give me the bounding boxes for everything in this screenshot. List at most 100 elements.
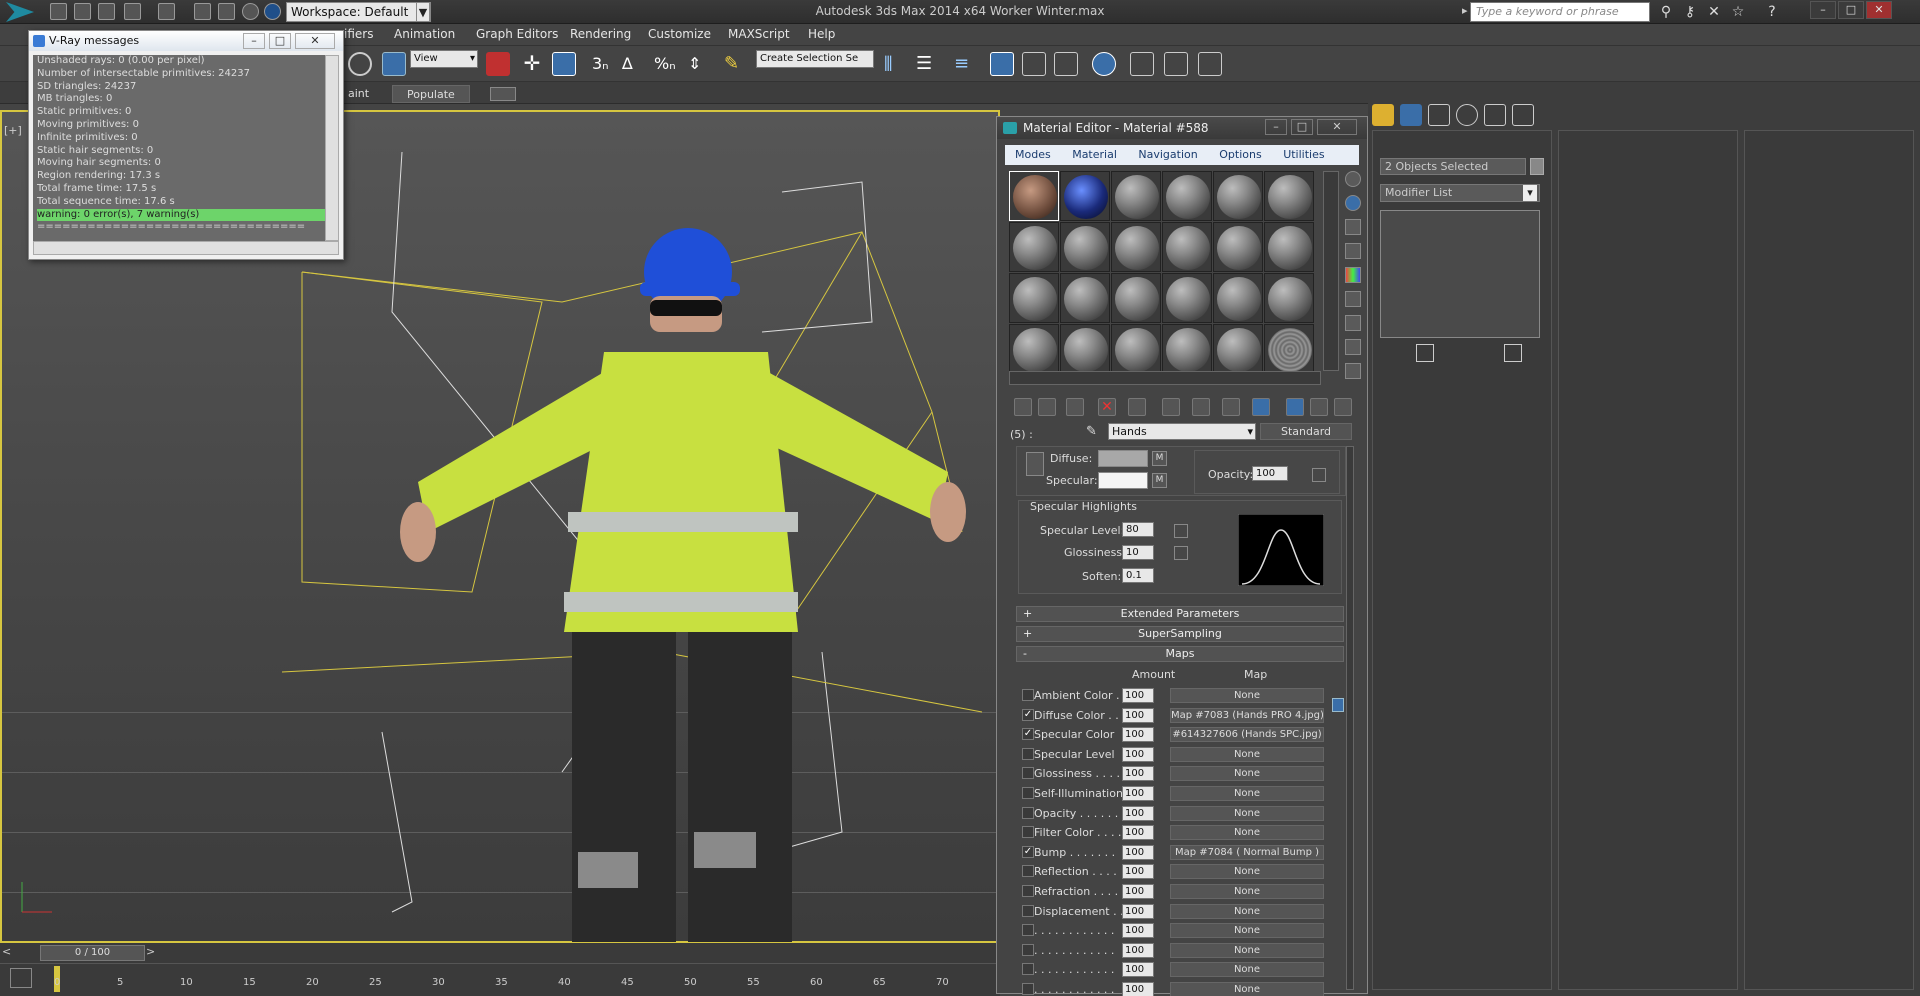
material-sample-slot[interactable] xyxy=(1213,222,1263,272)
menu-modifiers[interactable]: ifiers xyxy=(344,27,373,41)
viewport-label[interactable]: [+] xyxy=(4,124,22,137)
remove-modifier-icon[interactable] xyxy=(1472,344,1490,362)
material-sample-slot[interactable] xyxy=(1111,324,1161,374)
options-icon[interactable] xyxy=(1345,315,1361,331)
go-forward-sibling-icon[interactable] xyxy=(1310,398,1328,416)
modify-tab-icon[interactable] xyxy=(1400,104,1422,126)
diffuse-swatch[interactable] xyxy=(1098,450,1148,467)
map-slot-button[interactable]: #614327606 (Hands SPC.jpg) xyxy=(1170,727,1324,743)
glossiness-map-button[interactable] xyxy=(1174,546,1188,560)
material-sample-slot[interactable] xyxy=(1213,324,1263,374)
menu-graph-editors[interactable]: Graph Editors xyxy=(476,27,558,41)
reference-coordinate-dropdown[interactable]: View ▾ xyxy=(410,50,478,68)
mat-close-button[interactable]: ✕ xyxy=(1317,119,1357,135)
object-color-swatch[interactable] xyxy=(1530,158,1544,175)
map-slot-button[interactable]: None xyxy=(1170,746,1324,762)
object-name-field[interactable]: 2 Objects Selected xyxy=(1380,158,1526,175)
time-slider[interactable]: 0 / 100 xyxy=(40,945,145,961)
map-enable-checkbox[interactable] xyxy=(1022,865,1034,878)
search-input[interactable]: Type a keyword or phrase xyxy=(1470,2,1650,22)
select-by-material-icon[interactable] xyxy=(1345,339,1361,355)
backlight-icon[interactable] xyxy=(1345,195,1361,211)
map-amount-spinner[interactable]: 100 xyxy=(1122,864,1154,880)
opacity-spinner[interactable]: 100 xyxy=(1252,466,1288,481)
map-amount-spinner[interactable]: 100 xyxy=(1122,786,1154,801)
keyboard-shortcut-icon[interactable] xyxy=(552,52,576,76)
map-enable-checkbox[interactable] xyxy=(1022,747,1034,760)
eyedropper-icon[interactable]: ✎ xyxy=(1086,424,1097,439)
material-sample-slot[interactable] xyxy=(1060,273,1110,323)
material-sample-slot[interactable] xyxy=(1162,222,1212,272)
select-manipulate-icon[interactable]: ✛ xyxy=(520,52,544,76)
material-sample-slot[interactable] xyxy=(1162,324,1212,374)
map-enable-checkbox[interactable]: ✓ xyxy=(1022,728,1034,741)
menu-help[interactable]: Help xyxy=(808,27,835,41)
percent-snap-icon[interactable]: %ₙ xyxy=(654,52,678,76)
diffuse-map-button[interactable]: M xyxy=(1152,451,1167,466)
material-sample-slot[interactable] xyxy=(1162,273,1212,323)
map-enable-checkbox[interactable] xyxy=(1022,767,1034,780)
material-name-field[interactable]: Hands ▾ xyxy=(1108,423,1256,440)
map-amount-spinner[interactable]: 100 xyxy=(1122,707,1154,723)
mat-maximize-button[interactable]: □ xyxy=(1291,119,1313,135)
specular-level-spinner[interactable]: 80 xyxy=(1122,522,1154,537)
map-amount-spinner[interactable]: 100 xyxy=(1122,844,1154,860)
show-end-result-icon[interactable] xyxy=(1252,398,1270,416)
mat-menu-options[interactable]: Options xyxy=(1219,148,1261,161)
modifier-list-dropdown[interactable]: Modifier List ▾ xyxy=(1380,184,1540,202)
map-enable-checkbox[interactable] xyxy=(1022,826,1034,839)
mat-params-scrollbar[interactable] xyxy=(1346,446,1354,990)
edit-named-selection-icon[interactable]: ✎ xyxy=(724,52,748,76)
mat-menu-utilities[interactable]: Utilities xyxy=(1283,148,1324,161)
material-sample-slot[interactable] xyxy=(1009,222,1059,272)
material-sample-slot[interactable] xyxy=(1162,171,1212,221)
map-slot-button[interactable]: None xyxy=(1170,786,1324,801)
vray-close-button[interactable]: ✕ xyxy=(295,33,335,49)
menu-animation[interactable]: Animation xyxy=(394,27,455,41)
mat-menu-navigation[interactable]: Navigation xyxy=(1138,148,1197,161)
help-icon[interactable]: ? xyxy=(1764,4,1780,20)
map-enable-checkbox[interactable] xyxy=(1022,924,1034,937)
map-slot-button[interactable]: None xyxy=(1170,805,1324,821)
map-amount-spinner[interactable]: 100 xyxy=(1122,923,1154,939)
map-amount-spinner[interactable]: 100 xyxy=(1122,766,1154,782)
put-material-icon[interactable] xyxy=(1038,398,1056,416)
specular-map-button[interactable]: M xyxy=(1152,473,1167,488)
mini-curve-editor-icon[interactable] xyxy=(10,968,32,988)
assign-material-icon[interactable] xyxy=(1066,398,1084,416)
make-preview-icon[interactable] xyxy=(1345,291,1361,307)
exchange-icon[interactable]: ✕ xyxy=(1706,4,1722,20)
vray-vertical-scrollbar[interactable] xyxy=(325,55,339,241)
map-slot-button[interactable]: None xyxy=(1170,903,1324,919)
render-production-icon[interactable] xyxy=(1198,52,1222,76)
material-sample-slot[interactable] xyxy=(1009,171,1059,221)
key-icon[interactable]: ⚷ xyxy=(1682,4,1698,20)
map-amount-spinner[interactable]: 100 xyxy=(1122,805,1154,821)
map-slot-button[interactable]: None xyxy=(1170,942,1324,958)
map-amount-spinner[interactable]: 100 xyxy=(1122,825,1154,841)
pin-stack-icon[interactable] xyxy=(1384,344,1402,362)
map-enable-checkbox[interactable] xyxy=(1022,943,1034,956)
ribbon-options-icon[interactable] xyxy=(490,87,516,101)
pivot-icon[interactable] xyxy=(486,52,510,76)
binoculars-icon[interactable]: ⚲ xyxy=(1658,4,1674,20)
soften-spinner[interactable]: 0.1 xyxy=(1122,568,1154,583)
material-sample-slot[interactable] xyxy=(1213,171,1263,221)
map-enable-checkbox[interactable] xyxy=(1022,983,1034,995)
map-slot-button[interactable]: None xyxy=(1170,982,1324,996)
sample-type-icon[interactable] xyxy=(1345,171,1361,187)
map-amount-spinner[interactable]: 100 xyxy=(1122,942,1154,958)
material-sample-slot[interactable] xyxy=(1111,222,1161,272)
map-slot-button[interactable]: None xyxy=(1170,766,1324,782)
close-button[interactable]: ✕ xyxy=(1866,1,1892,19)
supersampling-rollout[interactable]: + SuperSampling xyxy=(1016,626,1344,642)
mat-minimize-button[interactable]: – xyxy=(1265,119,1287,135)
map-amount-spinner[interactable]: 100 xyxy=(1122,982,1154,996)
material-type-button[interactable]: Standard xyxy=(1260,423,1352,440)
render-setup-icon[interactable] xyxy=(1130,52,1154,76)
map-enable-checkbox[interactable]: ✓ xyxy=(1022,708,1034,721)
pick-from-object-icon[interactable] xyxy=(1334,398,1352,416)
mat-menu-modes[interactable]: Modes xyxy=(1015,148,1051,161)
maximize-button[interactable]: □ xyxy=(1838,1,1864,19)
show-end-result-stack-icon[interactable] xyxy=(1416,344,1434,362)
